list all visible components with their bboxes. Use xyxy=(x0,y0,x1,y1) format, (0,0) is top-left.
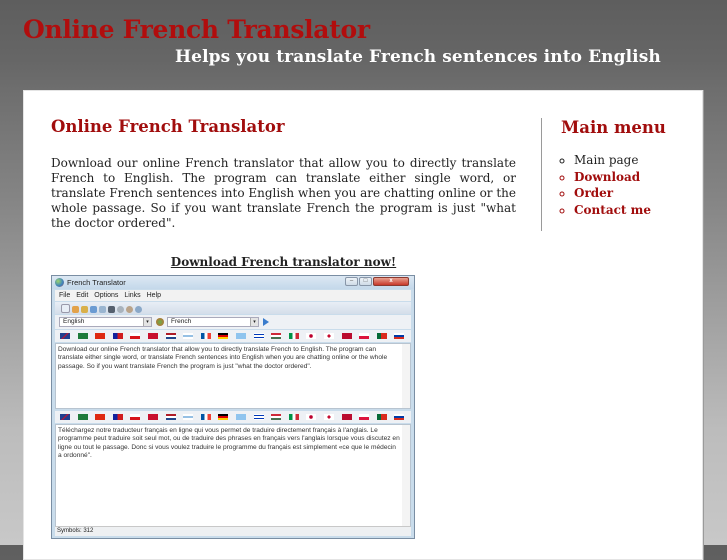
flag-norway-icon xyxy=(341,414,352,420)
intro-paragraph: Download our online French translator th… xyxy=(51,156,516,230)
chevron-down-icon: ▾ xyxy=(143,318,151,326)
flag-finland-icon xyxy=(183,414,194,420)
flag-finland-icon xyxy=(183,333,194,339)
settings-icon xyxy=(117,306,124,313)
app-window-title: French Translator xyxy=(67,278,126,287)
main-menu-title: Main menu xyxy=(561,118,666,137)
flag-uk-icon xyxy=(60,333,70,339)
flag-saudi-arabia-icon xyxy=(77,333,88,339)
scrollbar xyxy=(402,425,410,526)
save-icon xyxy=(81,306,88,313)
target-language-select: French ▾ xyxy=(167,317,259,327)
flag-poland-icon xyxy=(359,414,370,420)
flag-greece-icon xyxy=(236,414,246,420)
flag-netherlands-icon xyxy=(165,414,176,420)
swap-languages-icon xyxy=(156,318,164,326)
flag-korea-icon xyxy=(324,333,334,339)
flag-italy-icon xyxy=(288,333,299,339)
print-icon xyxy=(108,306,115,313)
app-titlebar: French Translator – □ x xyxy=(52,276,414,289)
translate-arrow-icon xyxy=(263,318,269,326)
download-now-link[interactable]: Download French translator now! xyxy=(51,255,516,269)
flag-uk-icon xyxy=(60,414,70,420)
flag-greece-icon xyxy=(236,333,246,339)
flag-china-icon xyxy=(95,414,106,420)
menu-item-download[interactable]: Download xyxy=(574,169,711,186)
language-bar: English ▾ French ▾ xyxy=(55,315,411,329)
flag-japan-icon xyxy=(306,414,317,420)
flag-france-icon xyxy=(200,414,211,420)
flag-korea-icon xyxy=(324,414,334,420)
flag-germany-icon xyxy=(218,333,229,339)
page-title: Online French Translator xyxy=(51,117,285,136)
main-content: Online French Translator Download our on… xyxy=(51,117,516,269)
translated-text-pane: Téléchargez notre traducteur français en… xyxy=(55,424,411,527)
app-statusbar: Symbols: 312 xyxy=(55,526,411,536)
app-logo-icon xyxy=(55,278,64,287)
flag-china-icon xyxy=(95,333,106,339)
flag-czech-icon xyxy=(130,414,141,420)
menu-item-main-page[interactable]: Main page xyxy=(574,152,711,169)
source-flag-bar xyxy=(55,330,411,342)
open-icon xyxy=(72,306,79,313)
info-icon xyxy=(135,306,142,313)
chevron-down-icon: ▾ xyxy=(250,318,258,326)
flag-japan-icon xyxy=(306,333,317,339)
source-text-pane: Download our online French translator th… xyxy=(55,343,411,409)
flag-russia-icon xyxy=(394,414,405,420)
flag-hungary-icon xyxy=(271,414,282,420)
flag-italy-icon xyxy=(288,414,299,420)
sidebar: Main menu Main page Download Order Conta… xyxy=(541,118,711,231)
flag-france-icon xyxy=(200,333,211,339)
app-screenshot: French Translator – □ x File Edit Option… xyxy=(51,275,415,539)
flag-poland-icon xyxy=(359,333,370,339)
flag-portugal-icon xyxy=(376,414,387,420)
help-icon xyxy=(126,306,133,313)
maximize-icon: □ xyxy=(359,277,372,286)
flag-portugal-icon xyxy=(376,333,387,339)
flag-denmark-icon xyxy=(148,333,158,339)
speech-icon xyxy=(99,306,106,313)
app-menu-options: Options xyxy=(94,292,119,299)
search-icon xyxy=(90,306,97,313)
flag-hungary-icon xyxy=(271,333,282,339)
flag-israel-icon xyxy=(253,333,264,339)
new-icon xyxy=(61,304,70,313)
source-language-select: English ▾ xyxy=(59,317,152,327)
flag-saudi-arabia-icon xyxy=(77,414,88,420)
flag-taiwan-icon xyxy=(112,414,123,420)
menu-item-contact[interactable]: Contact me xyxy=(574,202,711,219)
flag-germany-icon xyxy=(218,414,229,420)
flag-norway-icon xyxy=(341,333,352,339)
app-menu-links: Links xyxy=(124,292,141,299)
app-menu-help: Help xyxy=(146,292,162,299)
scrollbar xyxy=(402,344,410,408)
main-menu: Main page Download Order Contact me xyxy=(561,152,711,218)
app-menubar: File Edit Options Links Help xyxy=(55,290,411,301)
target-flag-bar xyxy=(55,411,411,423)
flag-russia-icon xyxy=(394,333,405,339)
app-menu-file: File xyxy=(59,292,71,299)
flag-denmark-icon xyxy=(148,414,158,420)
site-tagline: Helps you translate French sentences int… xyxy=(175,47,661,67)
minimize-icon: – xyxy=(345,277,358,286)
site-title: Online French Translator xyxy=(23,15,370,44)
app-toolbar xyxy=(55,302,411,314)
menu-item-order[interactable]: Order xyxy=(574,185,711,202)
flag-netherlands-icon xyxy=(165,333,176,339)
flag-israel-icon xyxy=(253,414,264,420)
app-menu-edit: Edit xyxy=(76,292,89,299)
flag-taiwan-icon xyxy=(112,333,123,339)
flag-czech-icon xyxy=(130,333,141,339)
page-body: Online French Translator Download our on… xyxy=(23,90,703,560)
close-icon: x xyxy=(373,277,409,286)
